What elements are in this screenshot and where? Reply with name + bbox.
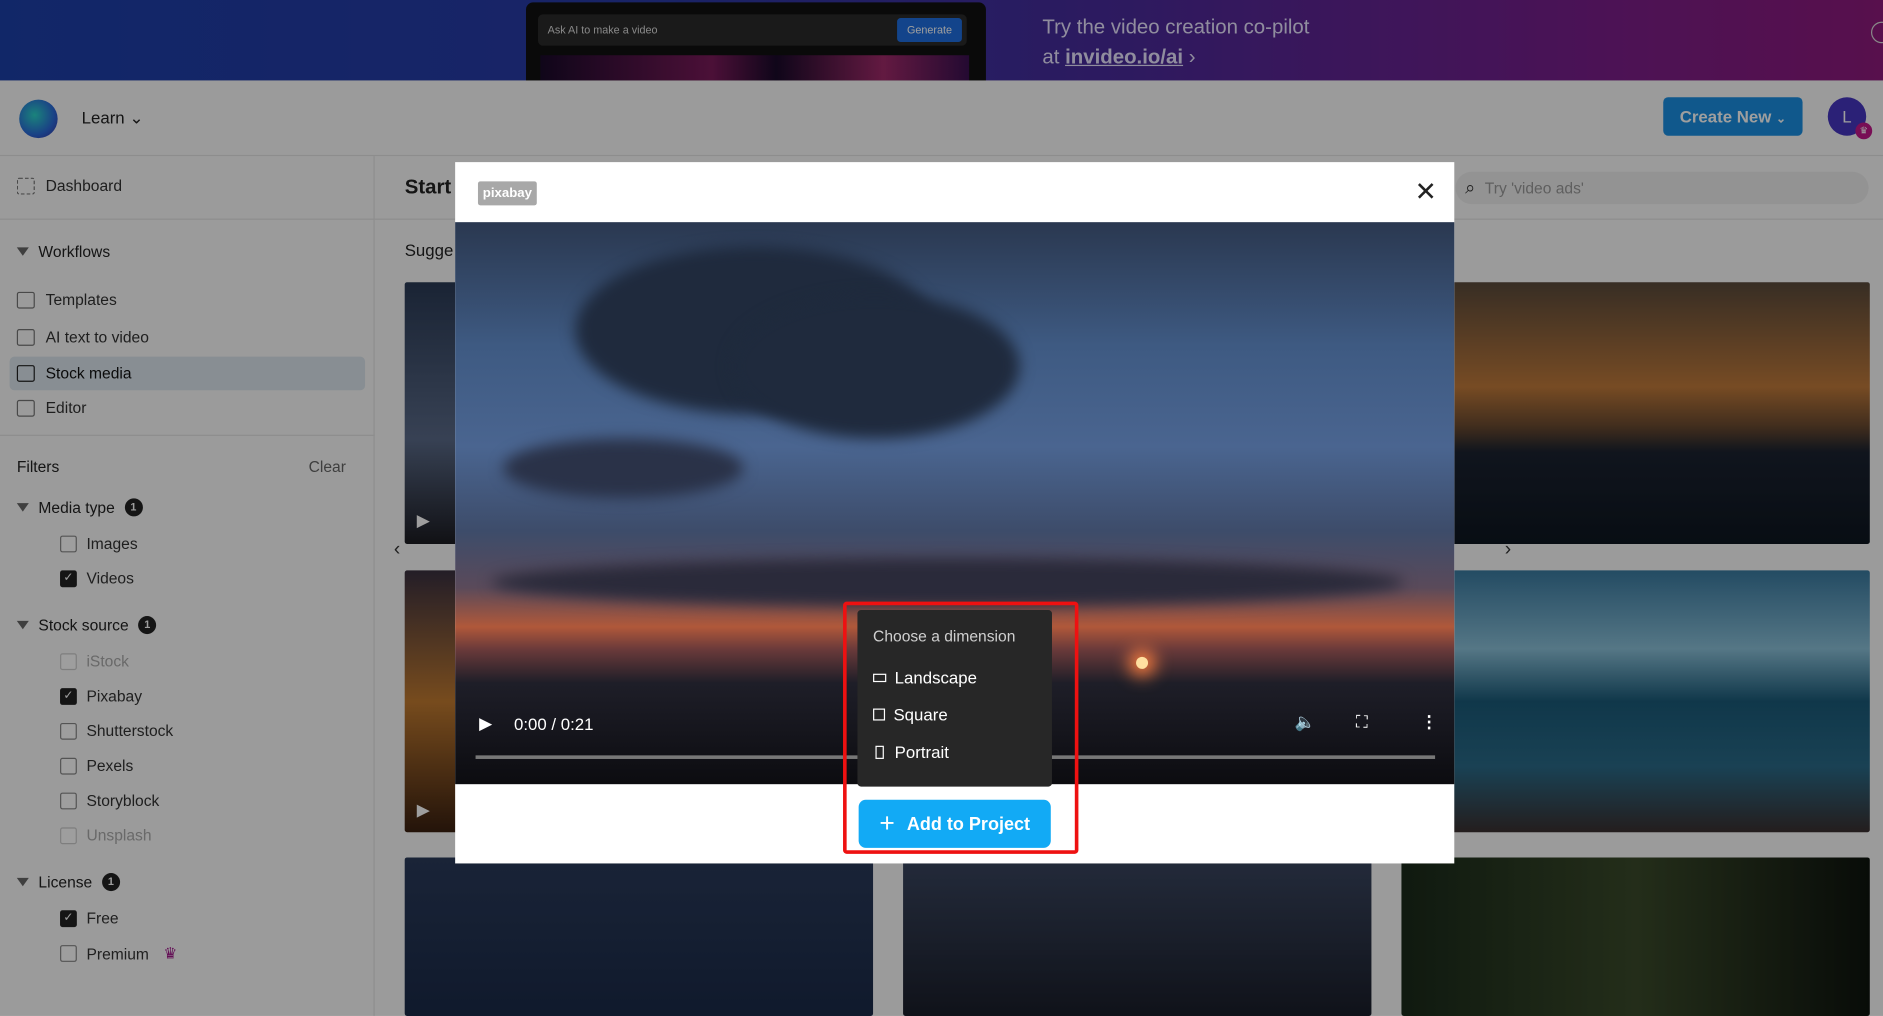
menu-item-label: Square [893, 704, 948, 725]
play-icon[interactable]: ▶ [479, 713, 492, 733]
menu-item-label: Portrait [894, 742, 949, 762]
menu-item-landscape[interactable]: Landscape [873, 668, 977, 687]
sun [1136, 656, 1149, 669]
close-icon[interactable]: ✕ [1415, 177, 1437, 208]
square-icon [873, 708, 886, 721]
volume-icon[interactable]: 🔈 [1295, 712, 1316, 732]
fullscreen-icon[interactable]: ⛶ [1356, 712, 1368, 732]
menu-item-portrait[interactable]: Portrait [873, 742, 949, 761]
portrait-icon [875, 745, 884, 759]
menu-title: Choose a dimension [873, 626, 1016, 645]
landscape-icon [873, 673, 887, 682]
dimension-menu: Choose a dimension Landscape Square Port… [857, 610, 1052, 787]
menu-item-square[interactable]: Square [873, 705, 948, 724]
media-preview-modal: pixabay ✕ ▶ 0:00 / 0:21 🔈 ⛶ ⋮ Choose a d… [455, 162, 1455, 864]
source-badge: pixabay [477, 181, 537, 206]
time-display: 0:00 / 0:21 [513, 714, 594, 734]
more-options-icon[interactable]: ⋮ [1421, 712, 1438, 732]
menu-item-label: Landscape [894, 667, 977, 687]
